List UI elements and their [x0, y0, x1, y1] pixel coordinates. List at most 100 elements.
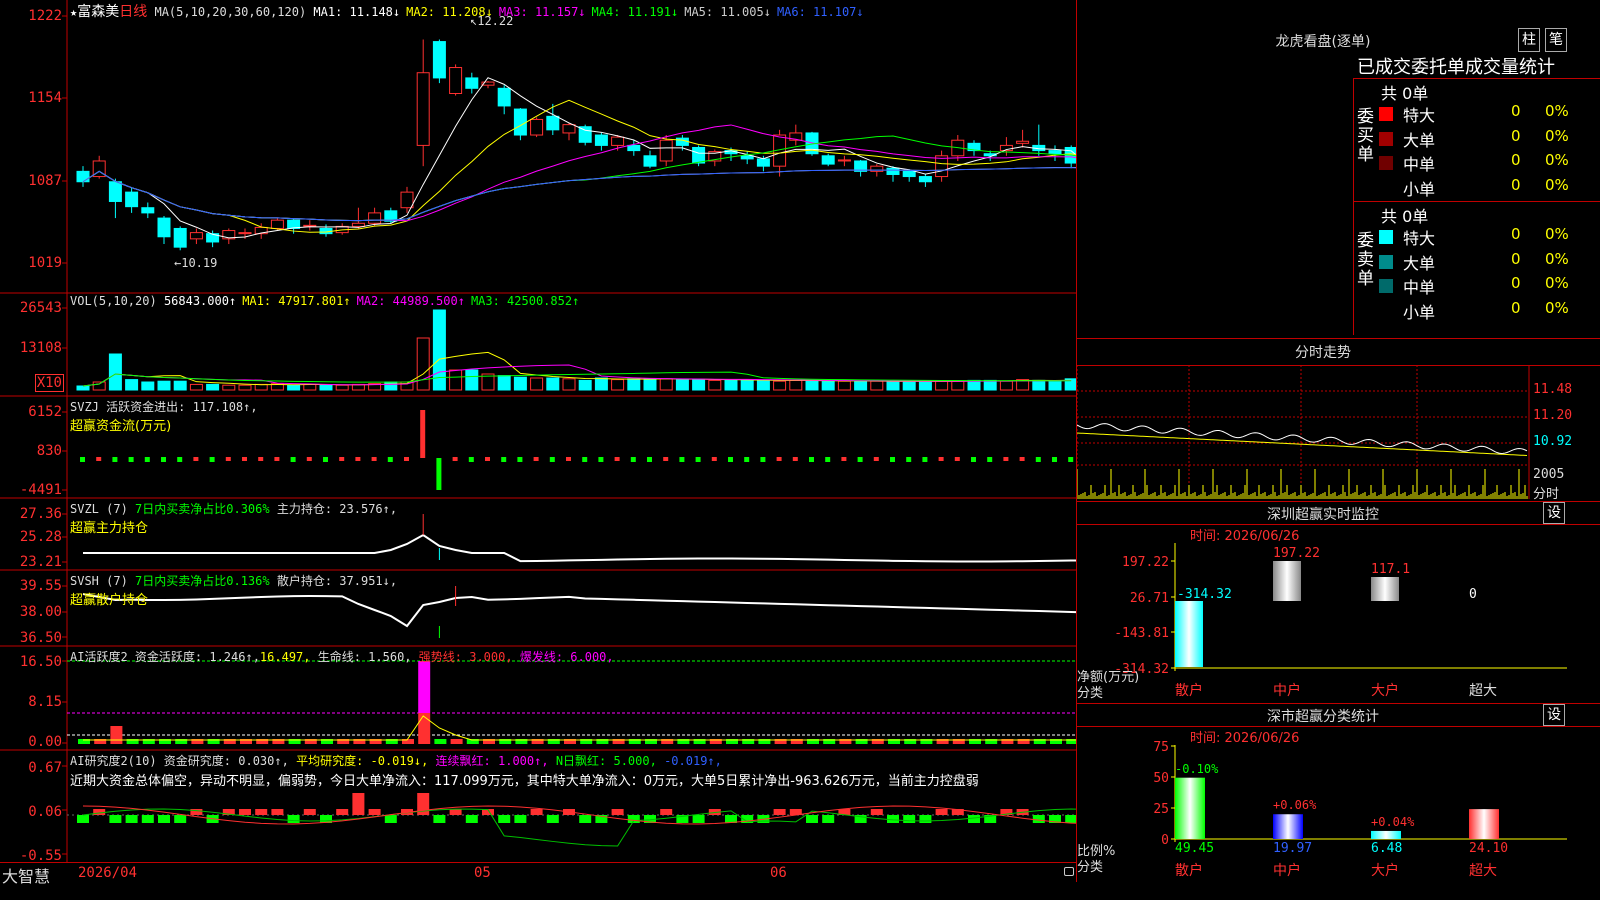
tab-bar-chart[interactable]: 柱: [1518, 28, 1540, 52]
intraday-tick: 分时: [1533, 487, 1560, 502]
candle-body: [546, 115, 560, 131]
cls-value: 49.45: [1175, 841, 1214, 856]
volume-bar: [513, 376, 527, 391]
flow-bar: [744, 457, 750, 462]
buy-total: 共 0单: [1381, 84, 1429, 103]
mon-bar-large: [1371, 577, 1399, 601]
flow-bar: [161, 457, 166, 462]
candle-body: [643, 155, 657, 167]
candle-body: [692, 146, 706, 164]
volume-bar: [999, 380, 1013, 391]
research-bar: [239, 809, 251, 815]
research-bar: [660, 809, 673, 815]
volume-bar: [416, 337, 430, 391]
lock-icon[interactable]: [1064, 867, 1074, 876]
row-label: 特大: [1403, 106, 1436, 125]
flow-bar: [177, 457, 183, 462]
row-count: 0: [1511, 249, 1521, 268]
tab-trades[interactable]: 笔: [1545, 28, 1567, 52]
volume-bar: [643, 378, 657, 391]
flow-bar: [679, 457, 685, 462]
research-bar: [352, 793, 365, 815]
volume-bar: [627, 378, 641, 391]
flow-bar: [420, 410, 426, 458]
ai-research-comment: 近期大资金总体偏空，异动不明显，偏弱势，今日大单净流入：117.099万元，其中…: [70, 774, 979, 789]
svsh-header: SVSH (7) 7日内买卖净占比0.136% 散户持仓: 37.951↓, 超…: [70, 574, 398, 608]
volume-bar: [578, 379, 592, 391]
flow-bar: [695, 457, 701, 462]
flow-bar: [809, 457, 814, 462]
vol-value-2: MA2: 44989.500↑: [356, 294, 465, 308]
chart-canvas[interactable]: [0, 0, 1076, 882]
ma-line-6: [82, 167, 1076, 222]
cls-bar: [1371, 830, 1401, 839]
candle-body: [627, 144, 641, 152]
research-bar: [546, 815, 559, 823]
candle-body: [837, 159, 851, 162]
row-count: 0: [1511, 151, 1521, 169]
sz-monitor-settings-button[interactable]: 设: [1543, 502, 1565, 524]
volume-bar: [76, 385, 90, 391]
high-mark: ↖12.22: [470, 14, 514, 28]
flow-bar: [873, 457, 879, 461]
sell-total: 共 0单: [1381, 207, 1429, 226]
research-bar: [627, 815, 640, 823]
volume-bar: [740, 379, 754, 391]
buy-row: 特大 0 0%: [1377, 102, 1597, 126]
cls-category: 散户: [1175, 862, 1203, 879]
cls-change: +0.06%: [1273, 798, 1317, 812]
cls-bar: [1469, 809, 1499, 839]
cls-tick-label: 75: [1153, 740, 1169, 755]
flow-bar: [533, 457, 539, 461]
flow-bar: [614, 457, 620, 461]
sell-row: 中单 0 0%: [1377, 274, 1597, 298]
intraday-tick: 2005: [1533, 467, 1565, 482]
right-panel: 龙虎看盘(逐单) 柱 笔 已成交委托单成交量统计 委买单 委卖单 共 0单 特大…: [1077, 0, 1600, 900]
row-count: 0: [1511, 298, 1521, 317]
flow-bar: [890, 457, 895, 462]
candle-body: [611, 136, 625, 146]
price-axis: 1222 1154 1087 1019: [0, 0, 66, 292]
flow-bar: [404, 457, 409, 461]
volume-bar: [756, 379, 770, 391]
cls-change: -0.10%: [1175, 762, 1219, 776]
price-tick: 1087: [28, 173, 62, 189]
row-pct: 0%: [1545, 151, 1569, 169]
candle-body: [303, 224, 317, 227]
svzl-axis: 27.36 25.28 23.21: [19, 506, 62, 570]
buy-side-label: 委买单: [1357, 107, 1374, 165]
sz-class-chart: 75 50 25 0 49.45 19.97 6.48 24.10 -0.10% +0.06% +0…: [1153, 740, 1567, 879]
flow-bar: [128, 457, 134, 462]
volume-bar: [983, 379, 997, 391]
mon-category: 大户: [1371, 682, 1399, 699]
mon-category: 超大: [1469, 683, 1497, 699]
candle-body: [1016, 140, 1030, 144]
volume-bar: [886, 381, 900, 391]
candle-body: [351, 222, 365, 227]
cls-tick-label: 25: [1153, 802, 1169, 817]
active-ma-line: [83, 715, 1076, 741]
research-bar: [579, 815, 592, 823]
flow-bar: [728, 457, 733, 462]
volume-bar: [935, 380, 949, 391]
flow-bar: [922, 457, 928, 462]
sz-monitor-xlabel: 分类: [1077, 686, 1104, 701]
research-bar: [465, 815, 478, 823]
cls-bar: [1273, 814, 1303, 839]
flow-bar: [193, 457, 199, 461]
volume-bar: [708, 379, 722, 391]
cls-category: 大户: [1371, 862, 1399, 879]
date-tick: 05: [474, 865, 491, 881]
brand-label[interactable]: 大智慧: [2, 863, 50, 887]
research-bar: [887, 815, 899, 823]
row-count: 0: [1511, 274, 1521, 292]
mon-category: 中户: [1273, 682, 1301, 699]
flow-bar: [339, 457, 345, 461]
candle-body: [594, 134, 608, 146]
research-bar: [109, 815, 122, 823]
intraday-chart[interactable]: [1077, 365, 1600, 501]
sell-side-label: 委卖单: [1357, 231, 1374, 289]
vol-tick: 26543: [19, 300, 62, 316]
svzl-header: SVZL (7) 7日内买卖净占比0.306% 主力持仓: 23.576↑, 超…: [70, 502, 398, 536]
sz-class-settings-button[interactable]: 设: [1543, 704, 1565, 726]
